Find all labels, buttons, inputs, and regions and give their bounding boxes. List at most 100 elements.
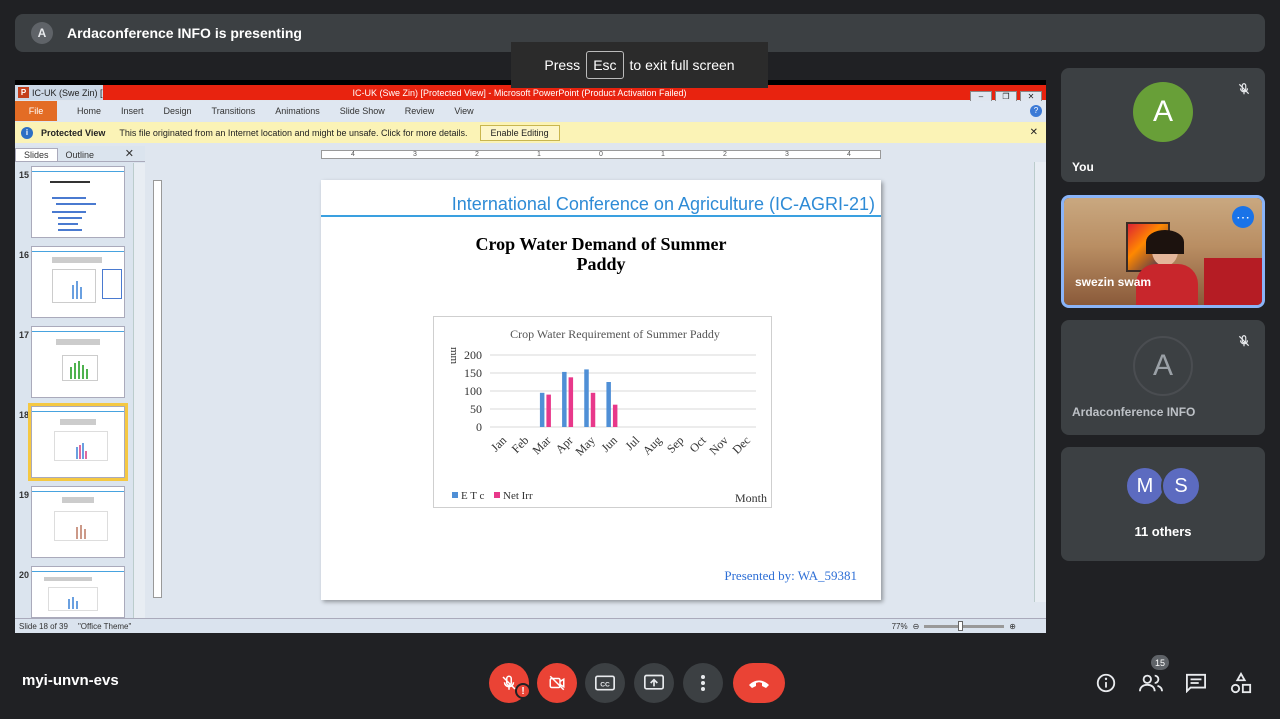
help-icon[interactable]: ?	[1030, 105, 1042, 117]
y-tick-label: 100	[464, 384, 482, 398]
presenter-avatar: A	[31, 22, 53, 44]
y-tick-label: 50	[470, 402, 482, 416]
slide-thumbnail-19[interactable]	[31, 486, 125, 558]
protected-view-bar: i Protected View This file originated fr…	[15, 122, 1046, 143]
camera-toggle-button[interactable]	[537, 663, 577, 703]
you-avatar-letter: A	[1152, 95, 1173, 128]
slide-thumbnail-15[interactable]	[31, 166, 125, 238]
slide-thumbnail-20[interactable]	[31, 566, 125, 618]
ruler-mark: 3	[785, 151, 789, 158]
ppt-window-title: IC-UK (Swe Zin) [Protected View] - Micro…	[352, 87, 687, 98]
activities-button[interactable]	[1228, 670, 1254, 696]
shared-screen: P IC-UK (Swe Zin) [ IC-UK (Swe Zin) [Pro…	[15, 80, 1046, 633]
enable-editing-button[interactable]: Enable Editing	[479, 124, 560, 141]
captions-button[interactable]: CC	[585, 663, 625, 703]
y-tick-label: 200	[464, 348, 482, 362]
other-avatar-m-letter: M	[1136, 474, 1154, 497]
protected-view-message[interactable]: This file originated from an Internet lo…	[119, 128, 467, 138]
slide-counter: Slide 18 of 39	[19, 621, 68, 631]
tab-home[interactable]: Home	[77, 106, 101, 116]
thumb-number: 18	[19, 410, 30, 420]
others-label: 11 others	[1134, 524, 1192, 539]
people-icon	[1139, 674, 1163, 692]
chart-title: Crop Water Requirement of Summer Paddy	[510, 327, 720, 341]
ruler-mark: 1	[537, 151, 541, 158]
tab-file[interactable]: File	[15, 101, 57, 121]
bar-net-irr-jun	[612, 404, 618, 427]
other-avatar-s: S	[1161, 466, 1201, 506]
more-options-icon[interactable]: ⋯	[1232, 206, 1254, 228]
participants-button[interactable]	[1138, 670, 1164, 696]
header-divider	[321, 215, 881, 217]
tab-slide-show[interactable]: Slide Show	[340, 106, 385, 116]
bar-net-irr-mar	[546, 394, 551, 427]
thumb-number: 16	[19, 250, 30, 260]
panel-tabs: Slides Outline ✕	[15, 146, 145, 162]
tab-animations[interactable]: Animations	[275, 106, 320, 116]
current-slide[interactable]: International Conference on Agriculture …	[321, 180, 881, 600]
legend-label: Net Irr	[503, 490, 533, 502]
camera-off-icon	[549, 675, 565, 691]
tab-design[interactable]: Design	[164, 106, 192, 116]
x-tick-label: May	[572, 433, 597, 458]
y-tick-label: 0	[476, 420, 482, 434]
captions-icon: CC	[595, 675, 615, 691]
tile-ardaconference[interactable]: A Ardaconference INFO	[1061, 320, 1265, 435]
slide-heading: Crop Water Demand of Summer Paddy	[276, 234, 926, 274]
ardaconference-avatar-letter: A	[1152, 349, 1173, 382]
meeting-details-button[interactable]	[1093, 670, 1119, 696]
tile-others[interactable]: M S 11 others	[1061, 447, 1265, 561]
tab-slides[interactable]: Slides	[15, 148, 58, 161]
bar-net-irr-apr	[568, 377, 574, 427]
ruler-mark: 1	[661, 151, 665, 158]
hang-up-icon	[749, 680, 769, 688]
bottom-bar: myi-unvn-evs ! CC 15	[0, 650, 1280, 719]
slide-thumbnail-18[interactable]	[28, 403, 128, 481]
bar-e-t-c-apr	[562, 371, 567, 427]
slides-panel: Slides Outline ✕ 15 16 17 18 19 20	[15, 146, 145, 618]
info-icon	[1096, 673, 1116, 693]
presenter-name: swezin swam	[1075, 275, 1152, 289]
tab-outline[interactable]: Outline	[58, 149, 103, 161]
ardaconference-avatar: A	[1133, 336, 1193, 396]
press-label: Press	[544, 57, 581, 73]
conference-title: International Conference on Agriculture …	[451, 194, 875, 214]
x-axis-label: Month	[735, 491, 767, 505]
slide-thumbnail-16[interactable]	[31, 246, 125, 318]
x-tick-label: Jun	[598, 433, 620, 455]
zoom-out-icon[interactable]: ⊖	[913, 622, 920, 631]
slides-panel-scrollbar[interactable]	[133, 163, 145, 618]
close-bar-icon[interactable]: ✕	[1030, 127, 1038, 138]
tab-insert[interactable]: Insert	[121, 106, 144, 116]
y-tick-label: 150	[464, 366, 482, 380]
tab-review[interactable]: Review	[405, 106, 435, 116]
mic-off-icon	[1233, 330, 1255, 352]
y-axis-label: mm	[448, 347, 460, 365]
zoom-level[interactable]: 77%	[892, 622, 908, 631]
zoom-slider[interactable]	[924, 620, 1005, 631]
leave-call-button[interactable]	[733, 663, 785, 703]
ardaconference-name: Ardaconference INFO	[1072, 405, 1196, 419]
ppt-title-left: P IC-UK (Swe Zin) [	[15, 85, 103, 100]
chart-container: Crop Water Requirement of Summer Paddy mm…	[433, 316, 772, 508]
more-options-button[interactable]	[683, 663, 723, 703]
zoom-in-icon[interactable]: ⊕	[1009, 622, 1016, 631]
vertical-ruler	[153, 180, 162, 598]
present-button[interactable]	[634, 663, 674, 703]
x-tick-label: Jan	[488, 433, 509, 454]
ruler-mark: 2	[723, 151, 727, 158]
tile-presenter-video[interactable]: ⋯ swezin swam	[1061, 195, 1265, 308]
slide-scrollbar[interactable]	[1034, 162, 1046, 602]
tile-you[interactable]: A You	[1061, 68, 1265, 182]
tab-transitions[interactable]: Transitions	[212, 106, 256, 116]
present-screen-icon	[644, 674, 664, 690]
slide-thumbnail-17[interactable]	[31, 326, 125, 398]
status-bar: Slide 18 of 39 "Office Theme" 77% ⊖ ⊕	[15, 618, 1046, 633]
close-panel-icon[interactable]: ✕	[117, 146, 142, 161]
meet-window: A Ardaconference INFO is presenting Pres…	[0, 0, 1280, 719]
tab-view[interactable]: View	[454, 106, 473, 116]
legend-label: E T c	[461, 490, 485, 502]
ribbon-tabs: File Home Insert Design Transitions Anim…	[15, 101, 1046, 121]
ruler-mark: 4	[351, 151, 355, 158]
chat-button[interactable]	[1183, 670, 1209, 696]
